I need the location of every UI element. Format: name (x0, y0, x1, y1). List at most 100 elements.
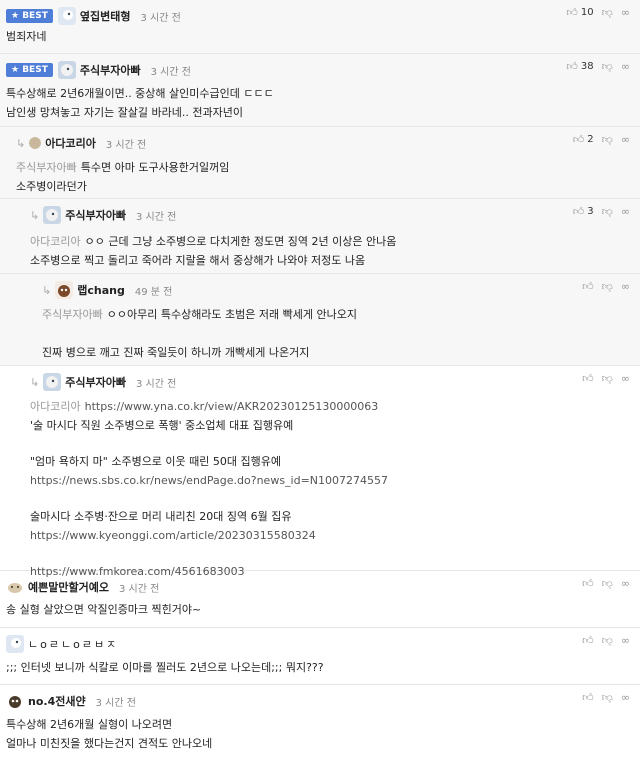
comment-item: ★ BEST 주식부자아빠 3 시간 전 👍︎ 38 👎︎ ∞ 특수상해로 2년6… (0, 54, 640, 127)
nickname[interactable]: 주식부자아빠 (80, 62, 141, 78)
avatar[interactable] (43, 373, 62, 391)
timestamp: 3 시간 전 (150, 66, 191, 78)
like-button[interactable]: 👍︎ (582, 634, 594, 647)
thumbs-up-icon: 👍︎ (572, 133, 585, 146)
avatar[interactable] (6, 692, 24, 710)
nickname[interactable]: ㄴoㄹㄴoㄹㅂㅈ (28, 636, 118, 652)
comment-item: ↳ 주식부자아빠 3 시간 전 👍︎ 👎︎ ∞ 아다코리아 https://www… (0, 366, 640, 578)
thumbs-up-icon: 👍︎ (582, 280, 594, 293)
mention-tag[interactable]: 주식부자아빠 (16, 161, 77, 174)
mention-tag[interactable]: 아다코리아 (30, 235, 81, 248)
thumbs-down-icon: 👎︎ (601, 60, 613, 73)
share-button[interactable]: ∞ (621, 691, 630, 704)
like-button[interactable]: 👍︎ 2 (573, 133, 594, 146)
dislike-button[interactable]: 👎︎ (602, 634, 613, 647)
like-button[interactable]: 👍︎ (582, 280, 594, 293)
link-icon: ∞ (620, 372, 630, 385)
link-icon: ∞ (620, 634, 630, 647)
avatar[interactable] (43, 206, 62, 224)
comment-item: ★ BEST 옆집변태형 3 시간 전 👍︎ 10 👎︎ ∞ 범죄자네 (0, 0, 640, 54)
comment-item: no.4전새얀 3 시간 전 👍︎ 👎︎ ∞ 특수상해 2년6개월 실형이 나오… (0, 685, 640, 758)
reply-arrow-icon: ↳ (42, 283, 52, 297)
like-button[interactable]: 👍︎ 10 (566, 6, 593, 19)
avatar[interactable] (57, 61, 76, 79)
nickname[interactable]: 랩chang (77, 282, 125, 298)
share-button[interactable]: ∞ (621, 280, 630, 293)
timestamp: 3 시간 전 (140, 12, 181, 24)
dislike-button[interactable]: 👎︎ (602, 205, 613, 218)
like-button[interactable]: 👍︎ (582, 577, 594, 590)
link-icon: ∞ (620, 691, 630, 704)
thumbs-down-icon: 👎︎ (601, 372, 613, 385)
link-icon: ∞ (620, 280, 630, 293)
dislike-button[interactable]: 👎︎ (602, 577, 613, 590)
share-button[interactable]: ∞ (621, 577, 630, 590)
thumbs-down-icon: 👎︎ (601, 634, 613, 647)
comment-actions: 👍︎ 2 👎︎ ∞ (573, 133, 630, 146)
thumbs-up-icon: 👍︎ (582, 691, 594, 704)
share-button[interactable]: ∞ (621, 6, 630, 19)
comment-actions: 👍︎ 👎︎ ∞ (582, 577, 630, 590)
share-button[interactable]: ∞ (621, 372, 630, 385)
avatar[interactable] (6, 635, 24, 653)
thumbs-down-icon: 👎︎ (601, 280, 613, 293)
share-button[interactable]: ∞ (621, 205, 630, 218)
avatar[interactable] (55, 281, 74, 299)
comment-actions: 👍︎ 👎︎ ∞ (582, 634, 630, 647)
url-link[interactable]: https://www.kyeonggi.com/article/2023031… (30, 527, 388, 546)
dislike-button[interactable]: 👎︎ (602, 60, 613, 73)
share-button[interactable]: ∞ (621, 634, 630, 647)
comment-item: ↳ 랩chang 49 분 전 👍︎ 👎︎ ∞ 주식부자아빠 ㅇㅇ아무리 특수상해… (0, 274, 640, 366)
timestamp: 3 시간 전 (95, 697, 136, 709)
avatar[interactable] (6, 578, 24, 596)
nickname[interactable]: 주식부자아빠 (65, 207, 126, 223)
thumbs-up-icon: 👍︎ (582, 634, 594, 647)
timestamp: 3 시간 전 (118, 583, 160, 595)
thumbs-up-icon: 👍︎ (582, 577, 594, 590)
comment-actions: 👍︎ 3 👎︎ ∞ (573, 205, 630, 218)
mention-tag[interactable]: 주식부자아빠 (42, 308, 103, 321)
avatar[interactable] (29, 137, 42, 149)
comment-actions: 👍︎ 👎︎ ∞ (582, 372, 630, 385)
like-button[interactable]: 👍︎ (582, 372, 594, 385)
comment-item: ↳ 주식부자아빠 3 시간 전 👍︎ 3 👎︎ ∞ 아다코리아 ㅇㅇ 근데 그냥 소… (0, 199, 640, 274)
comment-body: 특수상해 2년6개월 실형이 나오려면 얼마나 미친짓을 했다는건지 견적도 안… (6, 718, 213, 750)
link-icon: ∞ (620, 60, 630, 73)
nickname[interactable]: 예쁜말만할거예오 (28, 579, 109, 595)
timestamp: 49 분 전 (134, 286, 173, 298)
nickname[interactable]: no.4전새얀 (28, 693, 86, 709)
thumbs-down-icon: 👎︎ (601, 133, 613, 146)
thumbs-down-icon: 👎︎ (601, 691, 613, 704)
timestamp: 3 시간 전 (135, 211, 177, 223)
best-badge: ★ BEST (6, 9, 53, 23)
comment-item: 예쁜말만할거예오 3 시간 전 👍︎ 👎︎ ∞ 송 실형 살았으면 악질인증마크… (0, 571, 640, 628)
like-button[interactable]: 👍︎ 3 (573, 205, 594, 218)
thumbs-down-icon: 👎︎ (601, 205, 613, 218)
comment-body: 주식부자아빠 ㅇㅇ아무리 특수상해라도 초범은 저래 빡세게 안나오지 진짜 병으… (42, 308, 357, 359)
comment-body: 송 실형 살았으면 악질인증마크 찍힌거야~ (6, 603, 202, 616)
like-button[interactable]: 👍︎ 38 (566, 60, 593, 73)
url-link[interactable]: https://news.sbs.co.kr/news/endPage.do?n… (30, 472, 388, 491)
thumbs-up-icon: 👍︎ (566, 60, 578, 73)
comment-item: ㄴoㄹㄴoㄹㅂㅈ 👍︎ 👎︎ ∞ ;;; 인터넷 보니까 식칼로 이마를 찔러도… (0, 628, 640, 685)
comment-actions: 👍︎ 👎︎ ∞ (582, 691, 630, 704)
nickname[interactable]: 옆집변태형 (80, 8, 131, 24)
dislike-button[interactable]: 👎︎ (602, 133, 613, 146)
dislike-button[interactable]: 👎︎ (602, 280, 613, 293)
avatar[interactable] (57, 7, 76, 25)
reply-arrow-icon: ↳ (16, 136, 26, 150)
nickname[interactable]: 주식부자아빠 (65, 374, 126, 390)
comment-body: 주식부자아빠 특수면 아마 도구사용한거일꺼임 소주병이라던가 (16, 161, 230, 193)
share-button[interactable]: ∞ (621, 60, 630, 73)
like-button[interactable]: 👍︎ (582, 691, 594, 704)
link-icon: ∞ (620, 577, 630, 590)
share-button[interactable]: ∞ (621, 133, 630, 146)
dislike-button[interactable]: 👎︎ (602, 691, 613, 704)
url-link[interactable]: https://www.yna.co.kr/view/AKR2023012513… (85, 400, 379, 413)
comment-body: 특수상해로 2년6개월이면.. 중상해 살인미수급인데 ㄷㄷㄷ 남인생 망쳐놓고… (6, 87, 274, 119)
mention-tag[interactable]: 아다코리아 (30, 400, 81, 413)
dislike-button[interactable]: 👎︎ (602, 6, 613, 19)
nickname[interactable]: 아다코리아 (45, 135, 96, 151)
comment-actions: 👍︎ 10 👎︎ ∞ (566, 6, 630, 19)
dislike-button[interactable]: 👎︎ (602, 372, 613, 385)
